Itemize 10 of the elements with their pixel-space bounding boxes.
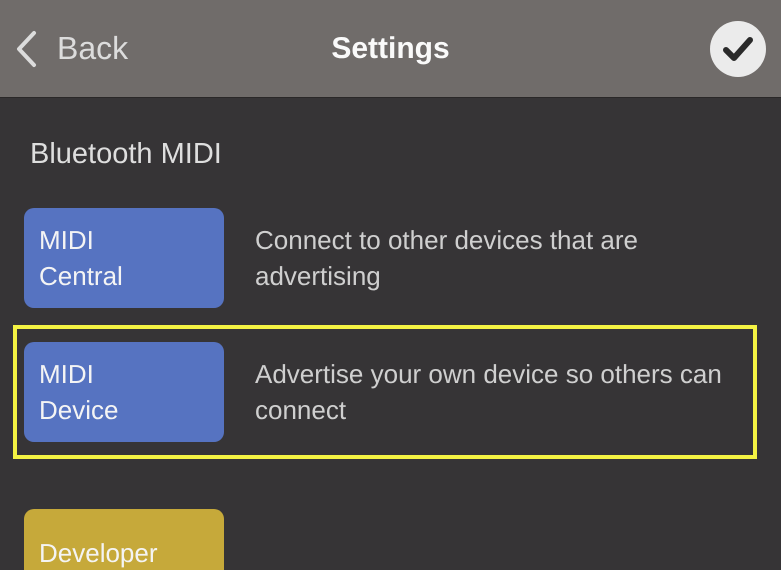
checkmark-button-icon[interactable] bbox=[710, 20, 766, 76]
option-button[interactable]: MIDI Central bbox=[24, 208, 224, 308]
option-description: Connect to other devices that are advertising bbox=[255, 224, 640, 293]
option-button[interactable]: Developer bbox=[24, 509, 224, 570]
option-button[interactable]: MIDI Device bbox=[24, 342, 224, 442]
chevron-left-icon bbox=[15, 30, 37, 68]
option-description: Advertise your own device so others can connect bbox=[255, 358, 723, 427]
back-button[interactable]: Back bbox=[15, 30, 128, 68]
section-heading: Bluetooth MIDI bbox=[30, 138, 223, 171]
screen-title: Settings bbox=[330, 32, 451, 66]
